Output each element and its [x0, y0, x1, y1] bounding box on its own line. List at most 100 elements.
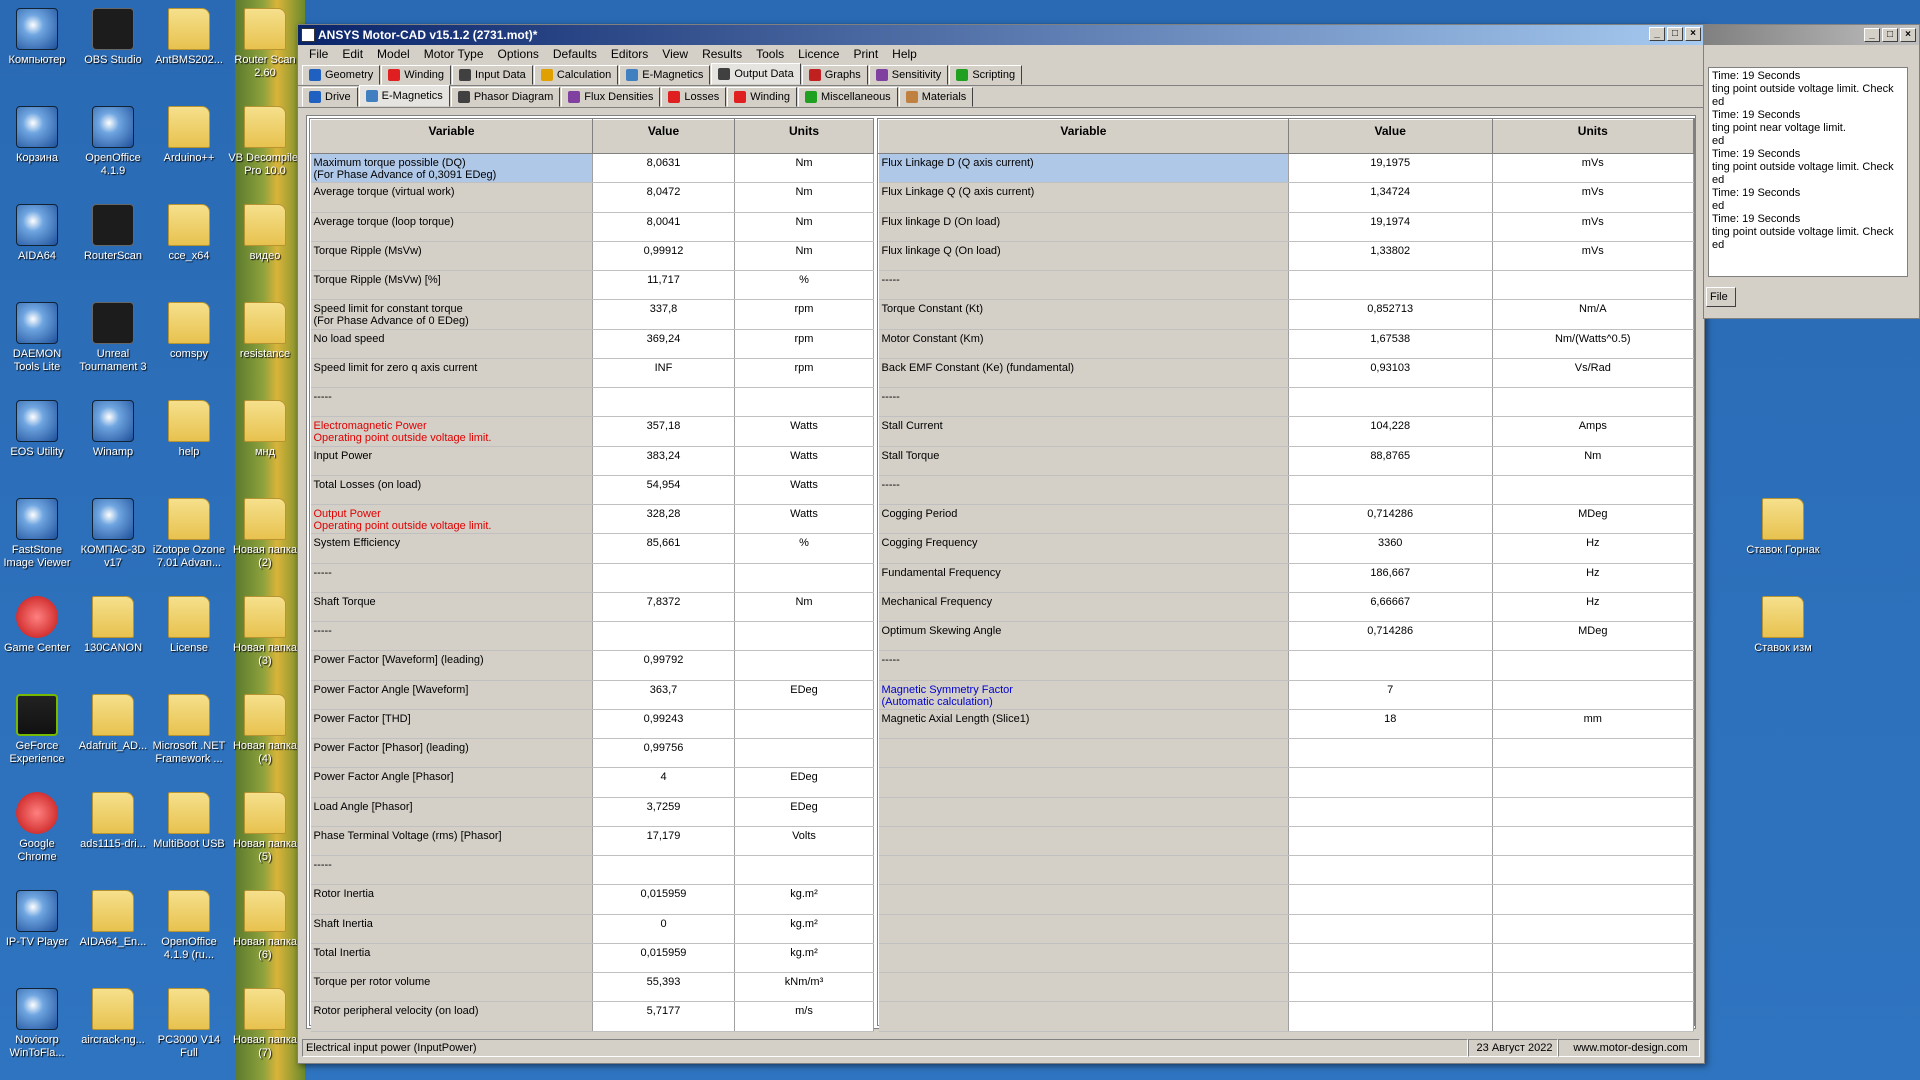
- desktop-icon-col2-5[interactable]: КОМПАС-3D v17: [76, 498, 150, 570]
- tab-geometry[interactable]: Geometry: [302, 65, 381, 85]
- table-row[interactable]: System Efficiency 85,661%: [310, 533, 874, 564]
- file-button[interactable]: File: [1706, 287, 1736, 307]
- window-titlebar[interactable]: ANSYS Motor-CAD v15.1.2 (2731.mot)* _ □ …: [298, 25, 1704, 45]
- subtab-e-magnetics[interactable]: E-Magnetics: [358, 85, 450, 107]
- desktop-icon-right-0[interactable]: Ставок Горнак: [1746, 498, 1820, 557]
- table-row[interactable]: Torque Ripple (MsVw) [%] 11,717%: [310, 270, 874, 301]
- table-row[interactable]: -----: [878, 475, 1695, 506]
- desktop-icon-col4-7[interactable]: Новая папка (4): [228, 694, 302, 766]
- table-row[interactable]: [878, 1001, 1695, 1032]
- table-row[interactable]: Torque Constant (Kt) 0,852713 Nm/A: [878, 299, 1695, 330]
- table-row[interactable]: [878, 826, 1695, 857]
- table-row[interactable]: -----: [310, 855, 874, 886]
- table-row[interactable]: Flux linkage Q (On load) 1,33802 mVs: [878, 241, 1695, 272]
- table-row[interactable]: -----: [878, 270, 1695, 301]
- menu-editors[interactable]: Editors: [604, 47, 655, 61]
- menu-tools[interactable]: Tools: [749, 47, 791, 61]
- table-row[interactable]: [878, 797, 1695, 827]
- desktop-icon-col4-4[interactable]: мнд: [228, 400, 302, 459]
- table-row[interactable]: -----: [878, 650, 1695, 681]
- desktop-icon-col3-6[interactable]: License: [152, 596, 226, 655]
- desktop-icon-col4-5[interactable]: Новая папка (2): [228, 498, 302, 570]
- table-row[interactable]: Flux linkage D (On load) 19,1974 mVs: [878, 212, 1695, 242]
- table-row[interactable]: Power Factor Angle [Waveform] 363,7 EDeg: [310, 680, 874, 710]
- log-titlebar[interactable]: _ □ ×: [1704, 25, 1919, 45]
- table-row[interactable]: Cogging Frequency 3360 Hz: [878, 533, 1695, 564]
- table-row[interactable]: Phase Terminal Voltage (rms) [Phasor] 17,…: [310, 826, 874, 857]
- subtab-miscellaneous[interactable]: Miscellaneous: [797, 87, 898, 107]
- menu-results[interactable]: Results: [695, 47, 749, 61]
- table-row[interactable]: Stall Torque 88,8765 Nm: [878, 446, 1695, 476]
- menu-defaults[interactable]: Defaults: [546, 47, 604, 61]
- table-row[interactable]: Input Power 383,24 Watts: [310, 446, 874, 476]
- desktop-icon-col3-7[interactable]: Microsoft .NET Framework ...: [152, 694, 226, 766]
- maximize-button[interactable]: □: [1667, 27, 1683, 41]
- menu-edit[interactable]: Edit: [335, 47, 370, 61]
- menu-model[interactable]: Model: [370, 47, 417, 61]
- table-row[interactable]: Speed limit for constant torque (For Phas…: [310, 299, 874, 330]
- desktop-icon-col4-8[interactable]: Новая папка (5): [228, 792, 302, 864]
- header-variable[interactable]: Variable: [878, 119, 1289, 154]
- desktop-icon-col4-6[interactable]: Новая папка (3): [228, 596, 302, 668]
- table-row[interactable]: Mechanical Frequency 6,66667 Hz: [878, 592, 1695, 623]
- subtab-winding[interactable]: Winding: [727, 87, 797, 107]
- desktop-icon-col2-9[interactable]: AIDA64_En...: [76, 890, 150, 949]
- header-units[interactable]: Units: [734, 119, 874, 154]
- table-row[interactable]: Shaft Inertia 0 kg.m²: [310, 914, 874, 944]
- desktop-icon-col2-8[interactable]: ads1115-dri...: [76, 792, 150, 851]
- subtab-drive[interactable]: Drive: [302, 87, 358, 107]
- tab-calculation[interactable]: Calculation: [533, 65, 619, 85]
- table-row[interactable]: Back EMF Constant (Ke) (fundamental) 0,93…: [878, 358, 1695, 389]
- table-row[interactable]: Flux Linkage D (Q axis current) 19,1975 mV…: [878, 153, 1695, 184]
- table-row[interactable]: Rotor Inertia 0,015959 kg.m²: [310, 884, 874, 915]
- desktop-icon-col1-10[interactable]: Novicorp WinToFla...: [0, 988, 74, 1060]
- desktop-icon-col2-1[interactable]: OpenOffice 4.1.9: [76, 106, 150, 178]
- minimize-button[interactable]: _: [1649, 27, 1665, 41]
- table-row[interactable]: -----: [310, 563, 874, 593]
- table-row[interactable]: -----: [878, 387, 1695, 418]
- table-row[interactable]: Average torque (loop torque) 8,0041 Nm: [310, 212, 874, 242]
- table-row[interactable]: Optimum Skewing Angle 0,714286 MDeg: [878, 621, 1695, 652]
- desktop-icon-col3-9[interactable]: OpenOffice 4.1.9 (ru...: [152, 890, 226, 962]
- tab-winding[interactable]: Winding: [381, 65, 452, 85]
- desktop-icon-col2-6[interactable]: 130CANON: [76, 596, 150, 655]
- desktop-icon-col2-4[interactable]: Winamp: [76, 400, 150, 459]
- subtab-losses[interactable]: Losses: [661, 87, 727, 107]
- desktop-icon-col4-0[interactable]: Router Scan 2.60: [228, 8, 302, 80]
- table-row[interactable]: Cogging Period 0,714286 MDeg: [878, 504, 1695, 535]
- table-row[interactable]: Stall Current 104,228 Amps: [878, 416, 1695, 447]
- table-row[interactable]: -----: [310, 387, 874, 418]
- log-close-button[interactable]: ×: [1900, 28, 1916, 42]
- tab-sensitivity[interactable]: Sensitivity: [868, 65, 949, 85]
- desktop-icon-col4-2[interactable]: видео: [228, 204, 302, 263]
- desktop-icon-col4-10[interactable]: Новая папка (7): [228, 988, 302, 1060]
- desktop-icon-col2-3[interactable]: Unreal Tournament 3: [76, 302, 150, 374]
- table-row[interactable]: Torque Ripple (MsVw) 0,99912 Nm: [310, 241, 874, 272]
- log-minimize-button[interactable]: _: [1864, 28, 1880, 42]
- table-row[interactable]: Total Inertia 0,015959 kg.m²: [310, 943, 874, 974]
- subtab-materials[interactable]: Materials: [898, 87, 974, 107]
- table-row[interactable]: [878, 943, 1695, 974]
- desktop-icon-col4-3[interactable]: resistance: [228, 302, 302, 361]
- desktop-icon-col1-0[interactable]: Компьютер: [0, 8, 74, 67]
- desktop-icon-col1-8[interactable]: Google Chrome: [0, 792, 74, 864]
- menu-motor-type[interactable]: Motor Type: [417, 47, 491, 61]
- table-row[interactable]: [878, 855, 1695, 886]
- tab-input-data[interactable]: Input Data: [452, 65, 533, 85]
- desktop-icon-col1-7[interactable]: GeForce Experience: [0, 694, 74, 766]
- menu-view[interactable]: View: [655, 47, 695, 61]
- desktop-icon-col1-2[interactable]: AIDA64: [0, 204, 74, 263]
- table-row[interactable]: [878, 914, 1695, 944]
- desktop-icon-col1-6[interactable]: Game Center: [0, 596, 74, 655]
- menu-licence[interactable]: Licence: [791, 47, 846, 61]
- table-row[interactable]: Power Factor [Waveform] (leading) 0,99792: [310, 650, 874, 681]
- table-row[interactable]: Shaft Torque 7,8372 Nm: [310, 592, 874, 623]
- table-row[interactable]: Output Power Operating point outside volt…: [310, 504, 874, 535]
- desktop-icon-col3-1[interactable]: Arduino++: [152, 106, 226, 165]
- tab-graphs[interactable]: Graphs: [801, 65, 868, 85]
- desktop-icon-col3-4[interactable]: help: [152, 400, 226, 459]
- table-row[interactable]: Magnetic Symmetry Factor (Automatic calcu…: [878, 680, 1695, 710]
- table-row[interactable]: Average torque (virtual work) 8,0472 Nm: [310, 182, 874, 213]
- table-row[interactable]: Motor Constant (Km) 1,67538 Nm/(Watts^0.5): [878, 329, 1695, 359]
- desktop-icon-col2-0[interactable]: OBS Studio: [76, 8, 150, 67]
